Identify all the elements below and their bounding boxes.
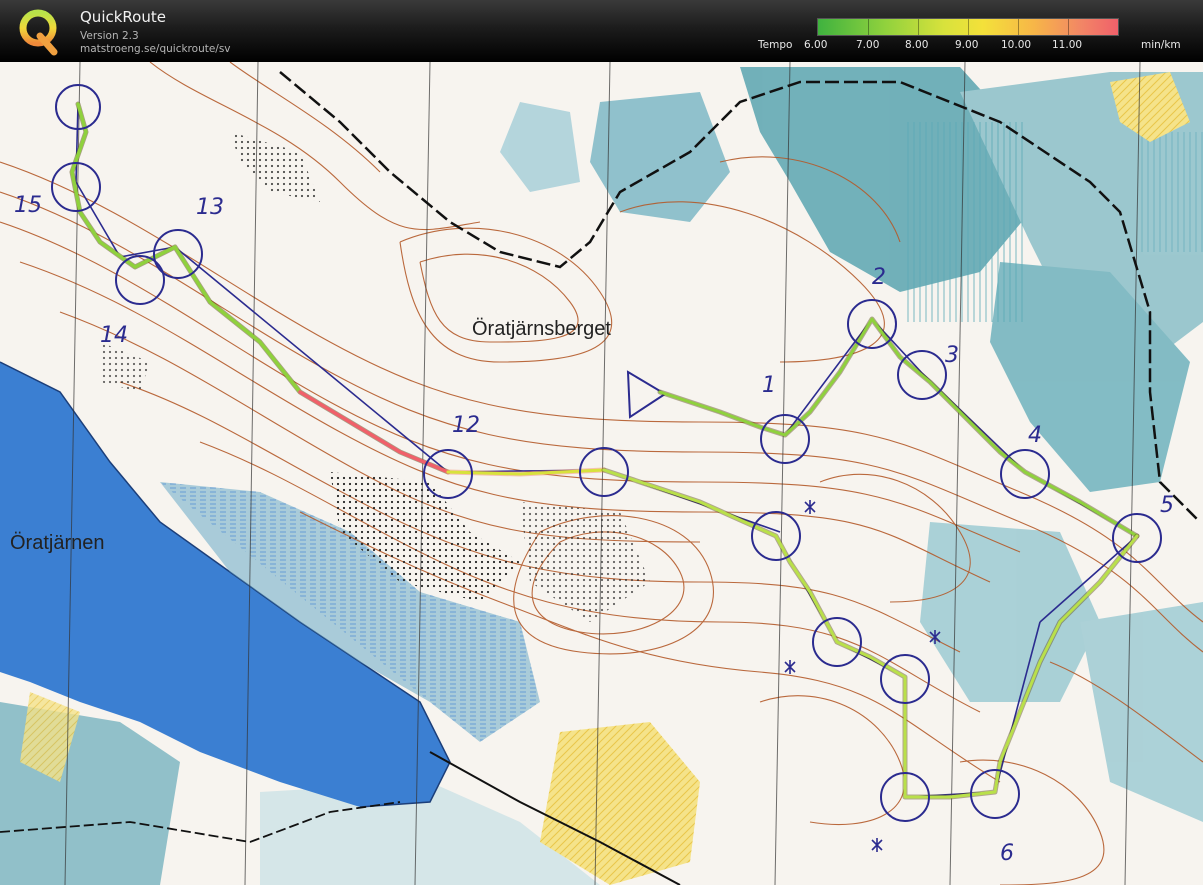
app-url: matstroeng.se/quickroute/sv [80,43,231,55]
control-number-15: 15 [14,193,42,218]
orienteering-map[interactable]: 15 13 14 12 1 2 3 4 5 6 Öratjärnsberget … [0,62,1203,885]
tempo-color-scale [817,18,1119,36]
tempo-tick-label: 7.00 [856,39,880,51]
control-number-3: 3 [945,343,959,368]
control-number-4: 4 [1028,423,1042,448]
quickroute-header: QuickRoute Version 2.3 matstroeng.se/qui… [0,0,1203,62]
control-number-1: 1 [762,373,776,398]
tempo-tick-label: 11.00 [1052,39,1083,51]
tempo-tick-label: 6.00 [804,39,828,51]
control-number-5: 5 [1160,493,1174,518]
control-number-12: 12 [452,413,480,438]
tempo-unit: min/km [1141,39,1181,51]
tempo-label: Tempo [758,39,793,51]
control-number-14: 14 [100,323,128,348]
quickroute-logo-icon [19,9,58,56]
control-number-13: 13 [196,195,224,220]
tempo-tick-label: 8.00 [905,39,929,51]
control-number-6: 6 [1000,841,1014,866]
place-label-oratjarnen: Öratjärnen [10,532,105,554]
app-title: QuickRoute [80,8,166,26]
tempo-tick-label: 10.00 [1001,39,1032,51]
tempo-tick-label: 9.00 [955,39,979,51]
control-number-2: 2 [872,265,886,290]
app-version: Version 2.3 [80,30,139,42]
place-label-oratjarnsberget: Öratjärnsberget [472,318,611,340]
map-canvas: 15 13 14 12 1 2 3 4 5 6 [0,62,1203,885]
